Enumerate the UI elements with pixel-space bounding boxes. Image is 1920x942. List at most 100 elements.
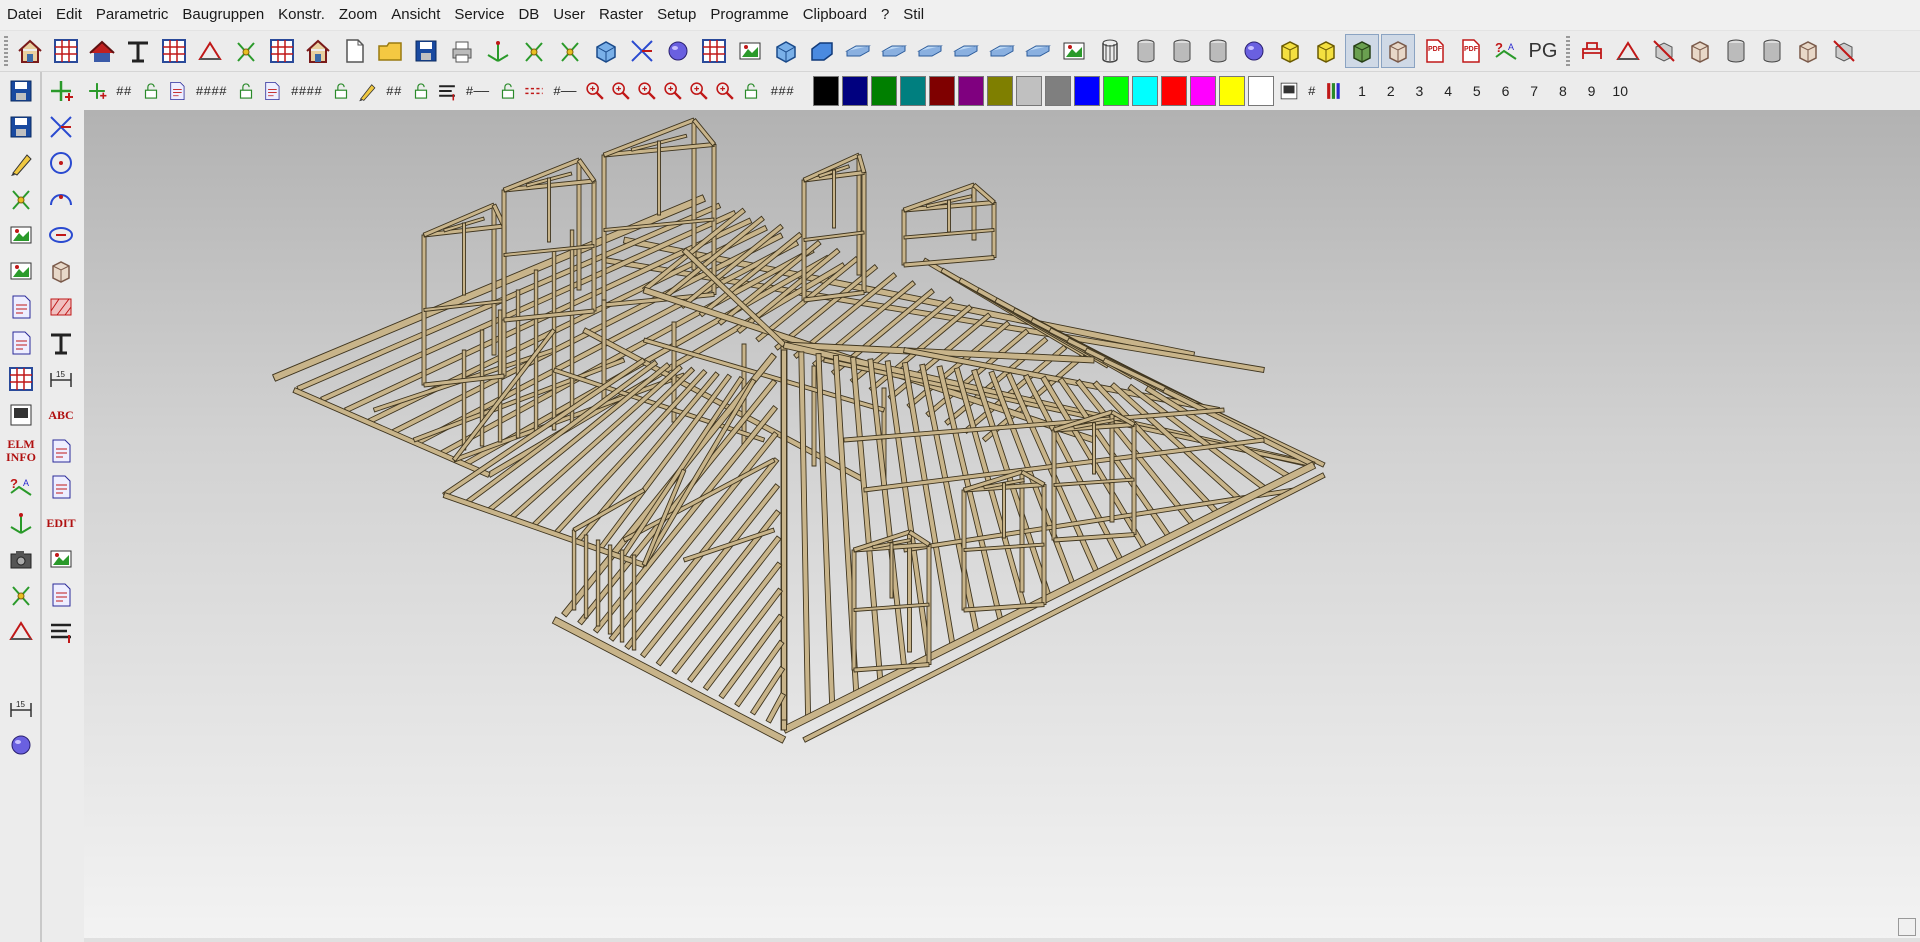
dropdown-arrow-icon[interactable]: [193, 34, 227, 68]
view-slab-5-icon[interactable]: [985, 34, 1019, 68]
zoom-window-icon[interactable]: [634, 76, 660, 106]
field-1[interactable]: ##: [110, 84, 138, 99]
field-4[interactable]: ##: [380, 84, 408, 99]
view-slab-4-icon[interactable]: [949, 34, 983, 68]
transparent-view-icon[interactable]: [1381, 34, 1415, 68]
field-7[interactable]: ###: [764, 84, 799, 99]
view-box-icon[interactable]: [805, 34, 839, 68]
timber-member[interactable]: [853, 662, 930, 673]
timber-member[interactable]: [947, 199, 951, 233]
roof-truss-model[interactable]: [84, 110, 1920, 942]
text-abc-button[interactable]: ABC: [44, 398, 78, 432]
layer-button-3[interactable]: 3: [1405, 83, 1434, 99]
menu-raster[interactable]: Raster: [592, 0, 650, 30]
layer-button-10[interactable]: 10: [1606, 83, 1635, 99]
timber-member[interactable]: [832, 169, 836, 229]
timber-member[interactable]: [607, 544, 613, 635]
color-swatch[interactable]: [987, 76, 1014, 106]
timber-member[interactable]: [889, 542, 894, 599]
pdf-icon[interactable]: PDF: [1417, 34, 1451, 68]
axis-xy-icon[interactable]: [517, 34, 551, 68]
coordinate-icon[interactable]: [4, 506, 38, 540]
color-swatch[interactable]: [813, 76, 840, 106]
axis-icon[interactable]: [481, 34, 515, 68]
field-2[interactable]: ####: [190, 84, 233, 99]
toolbar-grip-2[interactable]: [1566, 36, 1570, 66]
timber-member[interactable]: [595, 539, 601, 627]
dimension-query-icon[interactable]: 15: [4, 692, 38, 726]
table-icon[interactable]: [157, 34, 191, 68]
color-swatch[interactable]: [1190, 76, 1217, 106]
text-edit-icon[interactable]: [44, 434, 78, 468]
cylinder-icon[interactable]: [1129, 34, 1163, 68]
view-slab-6-icon[interactable]: [1021, 34, 1055, 68]
color-swatch[interactable]: [842, 76, 869, 106]
layer-colors-icon[interactable]: [1322, 76, 1348, 106]
view-slab-2-icon[interactable]: [877, 34, 911, 68]
viewport-corner-button[interactable]: [1898, 918, 1916, 936]
render-icon[interactable]: [1057, 34, 1091, 68]
layer-button-1[interactable]: 1: [1348, 83, 1377, 99]
timber-member[interactable]: [963, 602, 1045, 613]
view-slab-1-icon[interactable]: [841, 34, 875, 68]
cylinder-grey-icon[interactable]: [1201, 34, 1235, 68]
opgl-icon[interactable]: [4, 728, 38, 762]
axis-xz-icon[interactable]: [553, 34, 587, 68]
timber-member[interactable]: [547, 177, 551, 243]
roof-icon[interactable]: [85, 34, 119, 68]
query-icon[interactable]: ? A: [1489, 34, 1523, 68]
delete-element-icon[interactable]: [1827, 34, 1861, 68]
save-cat-icon[interactable]: [4, 74, 38, 108]
menu-clipboard[interactable]: Clipboard: [796, 0, 874, 30]
cylinder-red-icon[interactable]: [1165, 34, 1199, 68]
timber-member[interactable]: [462, 222, 466, 296]
dimension-icon[interactable]: 15: [44, 362, 78, 396]
layer-button-2[interactable]: 2: [1376, 83, 1405, 99]
circle-icon[interactable]: [44, 146, 78, 180]
extrude-icon[interactable]: [1719, 34, 1753, 68]
toolbar-grip[interactable]: [4, 36, 8, 66]
timber-member[interactable]: [815, 353, 836, 707]
timber-member[interactable]: [1053, 477, 1135, 487]
zoom-prev-icon[interactable]: [660, 76, 686, 106]
timber-member[interactable]: [639, 483, 781, 659]
intersect-icon[interactable]: [44, 110, 78, 144]
beam-icon[interactable]: [121, 34, 155, 68]
color-swatch[interactable]: [1161, 76, 1188, 106]
shaded-view-icon[interactable]: [1345, 34, 1379, 68]
select-icon[interactable]: [4, 218, 38, 252]
layer-button-7[interactable]: 7: [1520, 83, 1549, 99]
timber-member[interactable]: [907, 531, 912, 653]
timber-member[interactable]: [583, 534, 589, 619]
color-swatch[interactable]: [929, 76, 956, 106]
plan-icon-2[interactable]: [259, 76, 285, 106]
timber-member[interactable]: [551, 249, 557, 431]
layer-button-5[interactable]: 5: [1462, 83, 1491, 99]
properties-icon[interactable]: [44, 614, 78, 648]
layer-manager-icon[interactable]: [1276, 76, 1302, 106]
timber-member[interactable]: [1053, 532, 1135, 543]
color-swatch[interactable]: [1016, 76, 1043, 106]
assembly-icon[interactable]: [1575, 34, 1609, 68]
save-icon-2[interactable]: [4, 110, 38, 144]
pg-button[interactable]: PG: [1524, 34, 1562, 68]
timber-member[interactable]: [903, 255, 995, 268]
pipe-icon[interactable]: [1093, 34, 1127, 68]
open-folder-icon[interactable]: [373, 34, 407, 68]
frame-icon[interactable]: [733, 34, 767, 68]
opgl-sphere-icon[interactable]: [1237, 34, 1271, 68]
database-icon[interactable]: [4, 398, 38, 432]
menu-ansicht[interactable]: Ansicht: [384, 0, 447, 30]
node-icon[interactable]: [4, 182, 38, 216]
menu-parametric[interactable]: Parametric: [89, 0, 176, 30]
menu-konstr[interactable]: Konstr.: [271, 0, 332, 30]
timber-member[interactable]: [781, 719, 787, 731]
building-icon[interactable]: [301, 34, 335, 68]
query-icon-2[interactable]: ? A: [4, 470, 38, 504]
color-swatch[interactable]: [1074, 76, 1101, 106]
report-icon[interactable]: [44, 578, 78, 612]
yellow-cube-icon[interactable]: [1273, 34, 1307, 68]
erase-icon[interactable]: [4, 146, 38, 180]
edit-button[interactable]: EDIT: [44, 506, 78, 540]
color-swatch[interactable]: [1132, 76, 1159, 106]
